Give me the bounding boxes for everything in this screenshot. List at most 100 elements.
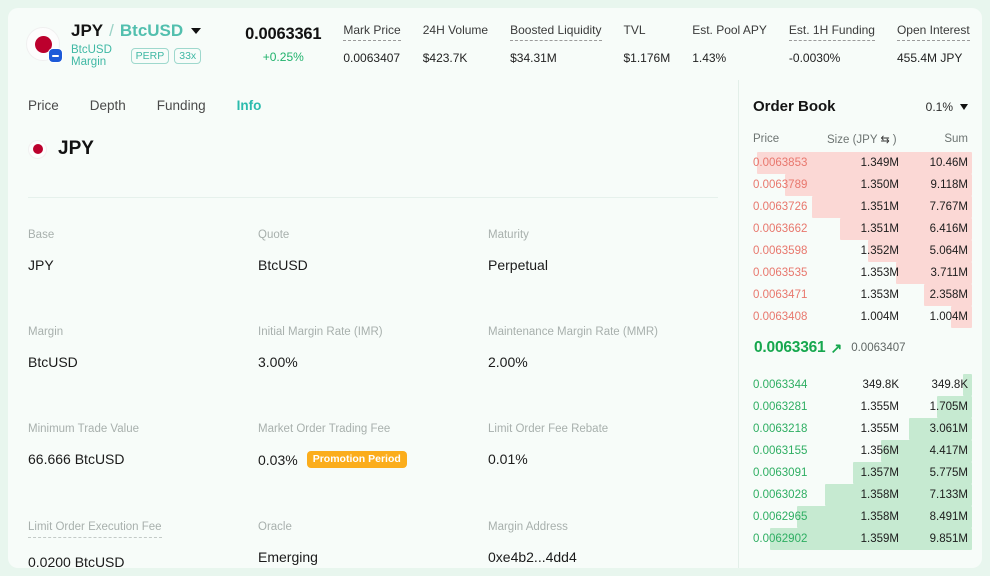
row-size: 1.359M (860, 533, 899, 545)
info-value-row: BtcUSD (28, 354, 258, 370)
row-size: 1.350M (860, 179, 899, 191)
order-book-row-bid[interactable]: 0.0063155 1.356M 4.417M (753, 440, 972, 462)
tab-bar: Price Depth Funding Info (28, 80, 718, 113)
row-sum: 7.133M (929, 489, 968, 501)
row-price: 0.0063471 (753, 289, 808, 301)
stat-label: Mark Price (343, 23, 401, 41)
row-sum: 5.775M (929, 467, 968, 479)
row-price: 0.0063218 (753, 423, 808, 435)
info-value: 0.0200 BtcUSD (28, 554, 125, 570)
info-value-row: 0xe4b2...4dd4 (488, 549, 718, 565)
info-label: Maturity (488, 229, 529, 241)
stat-open-interest: Open Interest 455.4M JPY (896, 23, 990, 65)
stat-label: 24H Volume (422, 23, 489, 37)
row-price: 0.0063344 (753, 379, 808, 391)
info-value-row: JPY (28, 257, 258, 273)
info-limit-order-execution-fee: Limit Order Execution Fee 0.0200 BtcUSD (28, 521, 258, 570)
pair-text: JPY / BtcUSD BtcUSD Margin PERP 33x (71, 20, 202, 68)
info-margin: Margin BtcUSD (28, 326, 258, 370)
main-panel: Price Depth Funding Info JPY Base JPY Quote Bt… (8, 80, 738, 570)
row-price: 0.0062965 (753, 511, 808, 523)
stat-boosted-liquidity: Boosted Liquidity $34.31M (510, 23, 623, 65)
ask-rows: 0.0063853 1.349M 10.46M 0.0063789 1.350M 9.11… (753, 152, 972, 328)
trend-up-arrow-icon: ↗ (830, 339, 843, 356)
order-book-panel: Order Book 0.1% Price Size (JPY ⇆ ) Sum … (738, 80, 982, 568)
row-sum: 4.417M (929, 445, 968, 457)
info-value: Emerging (258, 549, 318, 565)
margin-type-label: BtcUSD Margin (71, 43, 112, 68)
order-book-row-ask[interactable]: 0.0063535 1.353M 3.711M (753, 262, 972, 284)
swap-icon[interactable]: ⇆ (881, 133, 890, 146)
info-minimum-trade-value: Minimum Trade Value 66.666 BtcUSD (28, 423, 258, 468)
info-label: Base (28, 229, 55, 241)
row-size: 1.358M (860, 511, 899, 523)
info-value: 2.00% (488, 354, 528, 370)
stat-est-pool-apy: Est. Pool APY 1.43% (692, 23, 789, 65)
row-size: 1.355M (860, 401, 899, 413)
pair-icon (26, 27, 63, 63)
stat-tvl: TVL $1.176M (624, 23, 693, 65)
row-size: 1.004M (860, 311, 899, 323)
pair-selector[interactable]: JPY / BtcUSD BtcUSD Margin PERP 33x (26, 21, 221, 68)
info-value: 0.03% (258, 451, 298, 468)
order-book-row-bid[interactable]: 0.0063091 1.357M 5.775M (753, 462, 972, 484)
row-price: 0.0063853 (753, 157, 808, 169)
stat-label: Open Interest (896, 23, 970, 41)
info-value[interactable]: 0xe4b2...4dd4 (488, 549, 577, 565)
order-book-row-bid[interactable]: 0.0063281 1.355M 1.705M (753, 396, 972, 418)
column-header-sum: Sum (944, 133, 968, 145)
info-value-row: 66.666 BtcUSD (28, 451, 258, 467)
info-value-row: Emerging (258, 549, 488, 565)
stat-label: Est. 1H Funding (788, 23, 875, 41)
order-book-row-bid[interactable]: 0.0063218 1.355M 3.061M (753, 418, 972, 440)
page-title: JPY (58, 138, 94, 159)
tab-depth[interactable]: Depth (90, 98, 126, 113)
row-price: 0.0063662 (753, 223, 808, 235)
info-label: Limit Order Execution Fee (28, 521, 162, 538)
tab-funding[interactable]: Funding (157, 98, 206, 113)
row-sum: 5.064M (929, 245, 968, 257)
row-price: 0.0063155 (753, 445, 808, 457)
stat-value: $34.31M (510, 51, 557, 65)
pair-slash: / (109, 20, 114, 40)
info-label: Limit Order Fee Rebate (488, 423, 609, 435)
info-value: 3.00% (258, 354, 298, 370)
column-header-size[interactable]: Size (JPY ⇆ ) (827, 133, 913, 147)
tab-price[interactable]: Price (28, 98, 59, 113)
order-book-row-bid[interactable]: 0.0062965 1.358M 8.491M (753, 506, 972, 528)
row-size: 1.352M (860, 245, 899, 257)
bid-rows: 0.0063344 349.8K 349.8K 0.0063281 1.355M 1.70… (753, 374, 972, 550)
row-size: 349.8K (862, 379, 899, 391)
row-sum: 349.8K (931, 379, 968, 391)
order-book-row-bid[interactable]: 0.0062902 1.359M 9.851M (753, 528, 972, 550)
tab-info[interactable]: Info (237, 98, 262, 113)
order-book-row-ask[interactable]: 0.0063598 1.352M 5.064M (753, 240, 972, 262)
order-book-row-ask[interactable]: 0.0063471 1.353M 2.358M (753, 284, 972, 306)
row-size: 1.358M (860, 489, 899, 501)
order-book-row-bid[interactable]: 0.0063028 1.358M 7.133M (753, 484, 972, 506)
order-book-row-ask[interactable]: 0.0063853 1.349M 10.46M (753, 152, 972, 174)
order-book-row-ask[interactable]: 0.0063789 1.350M 9.118M (753, 174, 972, 196)
info-maintenance-margin-rate-mmr: Maintenance Margin Rate (MMR) 2.00% (488, 326, 718, 370)
mid-price: 0.0063361 (754, 339, 826, 356)
row-size: 1.353M (860, 289, 899, 301)
order-book-row-ask[interactable]: 0.0063662 1.351M 6.416M (753, 218, 972, 240)
row-price: 0.0063281 (753, 401, 808, 413)
row-size: 1.351M (860, 201, 899, 213)
stat-value: -0.0030% (788, 51, 841, 65)
row-size: 1.349M (860, 157, 899, 169)
grouping-selector[interactable]: 0.1% (926, 100, 968, 114)
chevron-down-icon[interactable] (191, 27, 202, 34)
info-label: Margin Address (488, 521, 568, 533)
order-book-row-bid[interactable]: 0.0063344 349.8K 349.8K (753, 374, 972, 396)
info-label: Market Order Trading Fee (258, 423, 391, 435)
order-book-header: Order Book 0.1% (753, 80, 968, 115)
order-book-row-ask[interactable]: 0.0063408 1.004M 1.004M (753, 306, 972, 328)
info-value-row: 2.00% (488, 354, 718, 370)
info-margin-address: Margin Address 0xe4b2...4dd4 (488, 521, 718, 570)
info-value-row: 0.01% (488, 451, 718, 467)
info-grid: Base JPY Quote BtcUSD Maturity Perpetual Margi… (28, 229, 718, 570)
info-market-order-trading-fee: Market Order Trading Fee 0.03% Promotion P… (258, 423, 488, 468)
order-book-row-ask[interactable]: 0.0063726 1.351M 7.767M (753, 196, 972, 218)
btcusd-badge-icon (48, 48, 63, 63)
